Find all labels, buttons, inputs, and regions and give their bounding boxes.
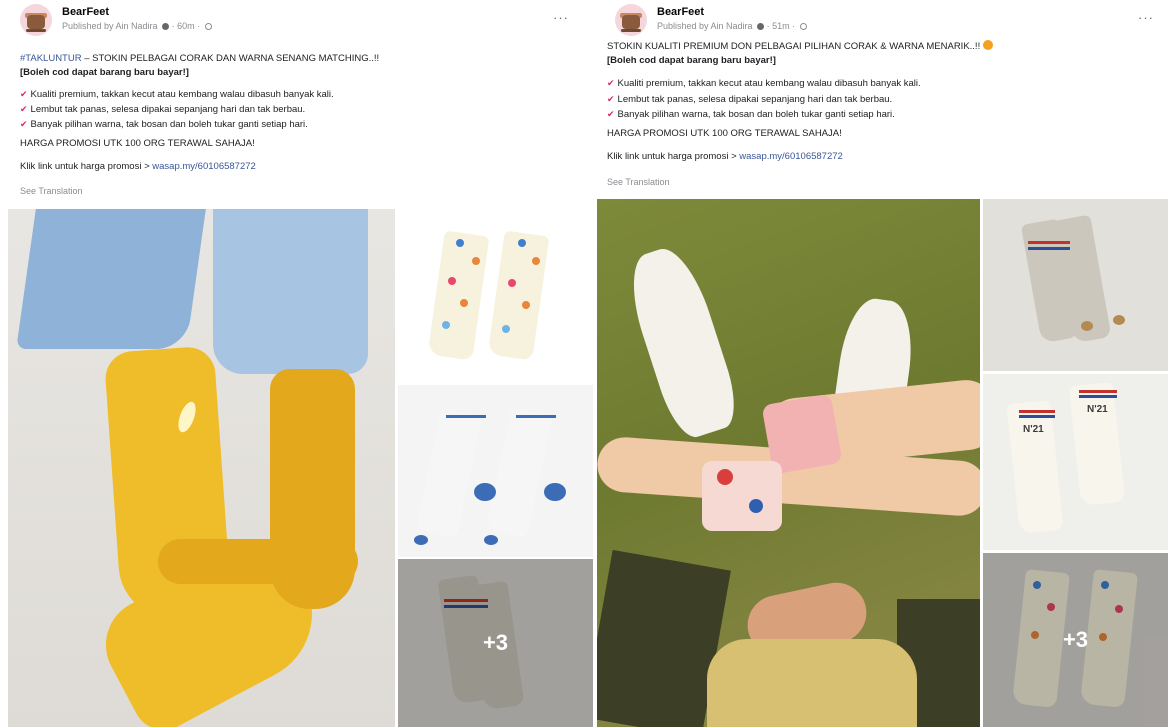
promo-link-line: Klik link untuk harga promosi > wasap.my…: [607, 151, 843, 162]
see-translation-link[interactable]: See Translation: [20, 185, 581, 197]
whatsapp-link[interactable]: wasap.my/60106587272: [152, 161, 256, 172]
post-header: BearFeet Published by Ain Nadira · 51m ·…: [615, 4, 1158, 36]
more-options-button[interactable]: ···: [1138, 10, 1154, 25]
post-photo-thumb-1[interactable]: [398, 209, 593, 383]
bullet-item: ✔ Lembut tak panas, selesa dipakai sepanj…: [20, 104, 306, 115]
post-time[interactable]: 60m: [177, 21, 195, 31]
post-line-2: [Boleh cod dapat barang baru bayar!]: [20, 67, 189, 78]
post-photo-thumb-2[interactable]: [398, 385, 593, 557]
post-photo-thumb-1[interactable]: [983, 199, 1168, 371]
bullet-item: ✔ Banyak pilihan warna, tak bosan dan bol…: [607, 109, 895, 120]
globe-icon: [799, 23, 807, 30]
post-line-2: [Boleh cod dapat barang baru bayar!]: [607, 55, 776, 66]
hashtag-link[interactable]: #TAKLUNTUR: [20, 53, 82, 64]
post-time[interactable]: 51m: [772, 21, 790, 31]
published-by: Published by Ain Nadira: [657, 21, 753, 31]
pushpin-icon: ✔: [20, 89, 28, 99]
post-photo-thumb-2[interactable]: N'21 N'21: [983, 374, 1168, 550]
bullet-item: ✔ Lembut tak panas, selesa dipakai sepanj…: [607, 94, 893, 105]
pushpin-icon: ✔: [607, 94, 615, 104]
post-photo-main[interactable]: [8, 209, 395, 727]
page-avatar[interactable]: [20, 4, 52, 36]
sock-label: N'21: [1023, 424, 1044, 435]
globe-icon: [204, 23, 212, 30]
verified-dot-icon: [757, 23, 765, 30]
published-by: Published by Ain Nadira: [62, 21, 158, 31]
post-meta: Published by Ain Nadira · 60m ·: [62, 21, 212, 31]
verified-dot-icon: [162, 23, 170, 30]
more-photos-count[interactable]: +3: [398, 630, 593, 656]
more-photos-count[interactable]: +3: [983, 627, 1168, 653]
page-name[interactable]: BearFeet: [657, 6, 704, 18]
post-meta: Published by Ain Nadira · 51m ·: [657, 21, 807, 31]
post-card-left: BearFeet Published by Ain Nadira · 60m ·…: [0, 0, 593, 727]
pushpin-icon: ✔: [607, 78, 615, 88]
sock-label: N'21: [1087, 404, 1108, 415]
see-translation-link[interactable]: See Translation: [607, 176, 1156, 188]
promo-link-line: Klik link untuk harga promosi > wasap.my…: [20, 161, 256, 172]
page-name[interactable]: BearFeet: [62, 6, 109, 18]
page-avatar[interactable]: [615, 4, 647, 36]
more-options-button[interactable]: ···: [553, 10, 569, 25]
post-header: BearFeet Published by Ain Nadira · 60m ·…: [20, 4, 583, 36]
promo-text: HARGA PROMOSI UTK 100 ORG TERAWAL SAHAJA…: [607, 128, 842, 139]
post-line-1: #TAKLUNTUR – STOKIN PELBAGAI CORAK DAN W…: [20, 53, 380, 64]
post-photo-main[interactable]: [597, 199, 980, 727]
bullet-item: ✔ Banyak pilihan warna, tak bosan dan bol…: [20, 119, 308, 130]
post-line-1: STOKIN KUALITI PREMIUM DON PELBAGAI PILI…: [607, 40, 1156, 53]
bullet-item: ✔ Kualiti premium, takkan kecut atau kemb…: [607, 78, 921, 89]
pushpin-icon: ✔: [20, 119, 28, 129]
post-photo-more[interactable]: +3: [398, 559, 593, 727]
promo-text: HARGA PROMOSI UTK 100 ORG TERAWAL SAHAJA…: [20, 138, 255, 149]
pushpin-icon: ✔: [607, 109, 615, 119]
pushpin-icon: ✔: [20, 104, 28, 114]
bullet-item: ✔ Kualiti premium, takkan kecut atau kemb…: [20, 89, 334, 100]
emoji-icon: [983, 40, 994, 50]
post-photo-more[interactable]: +3: [983, 553, 1168, 727]
post-card-right: BearFeet Published by Ain Nadira · 51m ·…: [597, 0, 1168, 727]
whatsapp-link[interactable]: wasap.my/60106587272: [739, 151, 843, 162]
